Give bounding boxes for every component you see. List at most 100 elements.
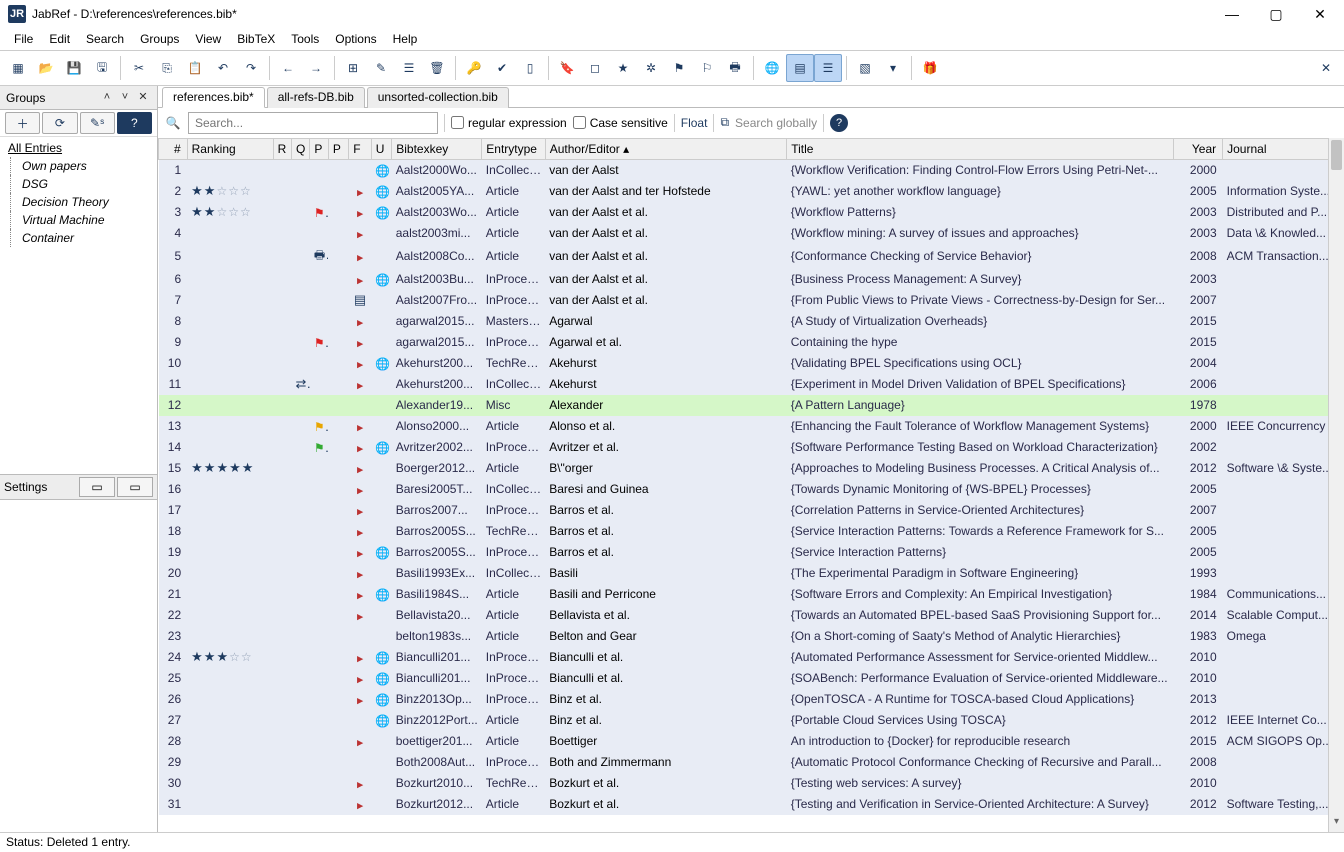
saveall-button[interactable]: 🖫 bbox=[88, 54, 116, 82]
group-all-entries[interactable]: All Entries bbox=[0, 139, 157, 157]
search-globally-link[interactable]: Search globally bbox=[735, 116, 817, 130]
autogroup-button[interactable]: ✎ˢ bbox=[80, 112, 115, 134]
menu-options[interactable]: Options bbox=[327, 30, 384, 48]
refresh-groups-button[interactable]: ⟳ bbox=[42, 112, 77, 134]
table-row[interactable]: 9⚑▸agarwal2015...InProcee...Agarwal et a… bbox=[159, 332, 1344, 353]
table-row[interactable]: 5🖶▸Aalst2008Co...Articlevan der Aalst et… bbox=[159, 244, 1344, 269]
panel-2-button[interactable]: ☰ bbox=[814, 54, 842, 82]
back-button[interactable]: ← bbox=[274, 54, 302, 82]
table-row[interactable]: 25▸🌐Bianculli201...InProcee...Bianculli … bbox=[159, 668, 1344, 689]
scroll-down-icon[interactable]: ▾ bbox=[1329, 816, 1344, 832]
globe-button[interactable]: 🌐 bbox=[758, 54, 786, 82]
menu-edit[interactable]: Edit bbox=[41, 30, 78, 48]
tab-unsorted-collection-bib[interactable]: unsorted-collection.bib bbox=[367, 87, 509, 108]
groups-collapse-down-icon[interactable]: ˅ bbox=[117, 90, 133, 106]
table-row[interactable]: 2★★☆☆☆▸🌐Aalst2005YA...Articlevan der Aal… bbox=[159, 181, 1344, 202]
settings-opt2-button[interactable]: ▭ bbox=[117, 477, 153, 497]
dropdown-button[interactable]: ▾ bbox=[879, 54, 907, 82]
col-bibtexkey[interactable]: Bibtexkey bbox=[392, 139, 482, 160]
menu-view[interactable]: View bbox=[187, 30, 229, 48]
table-row[interactable]: 22▸Bellavista20...ArticleBellavista et a… bbox=[159, 605, 1344, 626]
table-row[interactable]: 12Alexander19...MiscAlexander{A Pattern … bbox=[159, 395, 1344, 416]
printer-button[interactable]: 🖶 bbox=[721, 54, 749, 82]
search-input[interactable] bbox=[188, 112, 438, 134]
bookmark-open-button[interactable]: ◻ bbox=[581, 54, 609, 82]
search-help-button[interactable]: ? bbox=[830, 114, 848, 132]
table-row[interactable]: 26▸🌐Binz2013Op...InProcee...Binz et al.{… bbox=[159, 689, 1344, 710]
table-row[interactable]: 29Both2008Aut...InProcee...Both and Zimm… bbox=[159, 752, 1344, 773]
table-row[interactable]: 4▸aalst2003mi...Articlevan der Aalst et … bbox=[159, 223, 1344, 244]
table-row[interactable]: 18▸Barros2005S...TechRep...Barros et al.… bbox=[159, 521, 1344, 542]
tab-references-bib-[interactable]: references.bib* bbox=[162, 87, 265, 108]
delete-button[interactable]: 🗑 bbox=[423, 54, 451, 82]
table-row[interactable]: 7▤Aalst2007Fro...InProcee...van der Aals… bbox=[159, 290, 1344, 311]
regex-checkbox[interactable]: regular expression bbox=[451, 116, 567, 130]
book-button[interactable]: ▯ bbox=[516, 54, 544, 82]
open-button[interactable]: 📂 bbox=[32, 54, 60, 82]
col-f[interactable]: F bbox=[349, 139, 372, 160]
col-q[interactable]: Q bbox=[292, 139, 310, 160]
menu-file[interactable]: File bbox=[6, 30, 41, 48]
table-row[interactable]: 3★★☆☆☆⚑▸🌐Aalst2003Wo...Articlevan der Aa… bbox=[159, 202, 1344, 223]
menu-help[interactable]: Help bbox=[385, 30, 426, 48]
minimize-button[interactable]: — bbox=[1210, 0, 1254, 28]
forward-button[interactable]: → bbox=[302, 54, 330, 82]
open-entry-button[interactable]: ☰ bbox=[395, 54, 423, 82]
table-row[interactable]: 21▸🌐Basili1984S...ArticleBasili and Perr… bbox=[159, 584, 1344, 605]
img-button[interactable]: ▧ bbox=[851, 54, 879, 82]
group-decision-theory[interactable]: Decision Theory bbox=[0, 193, 157, 211]
new-entry-button[interactable]: ⊞ bbox=[339, 54, 367, 82]
table-header-row[interactable]: #RankingRQPPFUBibtexkeyEntrytypeAuthor/E… bbox=[159, 139, 1344, 160]
menu-bibtex[interactable]: BibTeX bbox=[229, 30, 283, 48]
external-search-icon[interactable]: ⧉ bbox=[720, 115, 729, 130]
table-row[interactable]: 17▸Barros2007...InProcee...Barros et al.… bbox=[159, 500, 1344, 521]
copy-button[interactable]: ⎘ bbox=[153, 54, 181, 82]
bookmark-button[interactable]: 🔖 bbox=[553, 54, 581, 82]
undo-button[interactable]: ↶ bbox=[209, 54, 237, 82]
table-row[interactable]: 28▸boettiger201...ArticleBoettigerAn int… bbox=[159, 731, 1344, 752]
key-button[interactable]: 🔑 bbox=[460, 54, 488, 82]
save-button[interactable]: 💾 bbox=[60, 54, 88, 82]
add-group-button[interactable]: ＋ bbox=[5, 112, 40, 134]
flags-button[interactable]: ⚑ bbox=[665, 54, 693, 82]
panel-1-button[interactable]: ▤ bbox=[786, 54, 814, 82]
group-virtual-machine[interactable]: Virtual Machine bbox=[0, 211, 157, 229]
flag-button[interactable]: ⚐ bbox=[693, 54, 721, 82]
brush-button[interactable]: ✔ bbox=[488, 54, 516, 82]
table-row[interactable]: 6▸🌐Aalst2003Bu...InProcee...van der Aals… bbox=[159, 269, 1344, 290]
menu-groups[interactable]: Groups bbox=[132, 30, 187, 48]
table-row[interactable]: 16▸Baresi2005T...InCollecti...Baresi and… bbox=[159, 479, 1344, 500]
table-row[interactable]: 20▸Basili1993Ex...InCollecti...Basili{Th… bbox=[159, 563, 1344, 584]
table-row[interactable]: 19▸🌐Barros2005S...InProcee...Barros et a… bbox=[159, 542, 1344, 563]
settings-label[interactable]: Settings bbox=[4, 480, 77, 494]
tab-all-refs-db-bib[interactable]: all-refs-DB.bib bbox=[267, 87, 365, 108]
table-row[interactable]: 15★★★★★▸Boerger2012...ArticleB\"orger{Ap… bbox=[159, 458, 1344, 479]
table-row[interactable]: 23belton1983s...ArticleBelton and Gear{O… bbox=[159, 626, 1344, 647]
col-u[interactable]: U bbox=[371, 139, 391, 160]
col-title[interactable]: Title bbox=[787, 139, 1174, 160]
case-checkbox[interactable]: Case sensitive bbox=[573, 116, 668, 130]
new-button[interactable]: ▦ bbox=[4, 54, 32, 82]
table-row[interactable]: 30▸Bozkurt2010...TechRep...Bozkurt et al… bbox=[159, 773, 1344, 794]
scroll-thumb[interactable] bbox=[1331, 140, 1342, 170]
table-row[interactable]: 11⇄▸Akehurst200...InCollecti...Akehurst{… bbox=[159, 374, 1344, 395]
col-year[interactable]: Year bbox=[1174, 139, 1223, 160]
table-row[interactable]: 14⚑▸🌐Avritzer2002...InProcee...Avritzer … bbox=[159, 437, 1344, 458]
redo-button[interactable]: ↷ bbox=[237, 54, 265, 82]
groups-close-icon[interactable]: ✕ bbox=[135, 90, 151, 106]
groups-help-button[interactable]: ? bbox=[117, 112, 152, 134]
col-ranking[interactable]: Ranking bbox=[187, 139, 273, 160]
table-row[interactable]: 31▸Bozkurt2012...ArticleBozkurt et al.{T… bbox=[159, 794, 1344, 815]
col-p[interactable]: P bbox=[328, 139, 348, 160]
groups-collapse-up-icon[interactable]: ˄ bbox=[99, 90, 115, 106]
group-dsg[interactable]: DSG bbox=[0, 175, 157, 193]
cog-button[interactable]: ✲ bbox=[637, 54, 665, 82]
table-row[interactable]: 1🌐Aalst2000Wo...InCollecti...van der Aal… bbox=[159, 160, 1344, 181]
table-row[interactable]: 13⚑▸Alonso2000...ArticleAlonso et al.{En… bbox=[159, 416, 1344, 437]
group-own-papers[interactable]: Own papers bbox=[0, 157, 157, 175]
table-row[interactable]: 8▸agarwal2015...MastersT...Agarwal{A Stu… bbox=[159, 311, 1344, 332]
edit-entry-button[interactable]: ✎ bbox=[367, 54, 395, 82]
gift-button[interactable]: 🎁 bbox=[916, 54, 944, 82]
table-row[interactable]: 10▸🌐Akehurst200...TechRep...Akehurst{Val… bbox=[159, 353, 1344, 374]
table-row[interactable]: 27🌐Binz2012Port...ArticleBinz et al.{Por… bbox=[159, 710, 1344, 731]
